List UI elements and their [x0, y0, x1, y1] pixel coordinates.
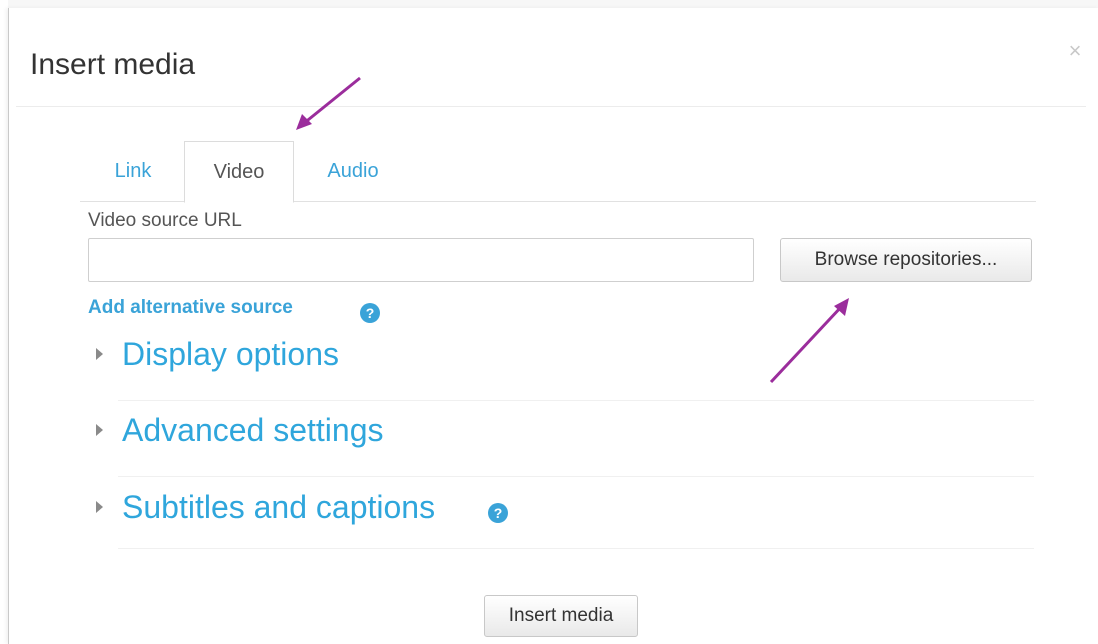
annotation-arrows [296, 76, 849, 384]
annotation-arrow-icon [769, 298, 849, 384]
annotation-arrow-icon [296, 76, 361, 130]
